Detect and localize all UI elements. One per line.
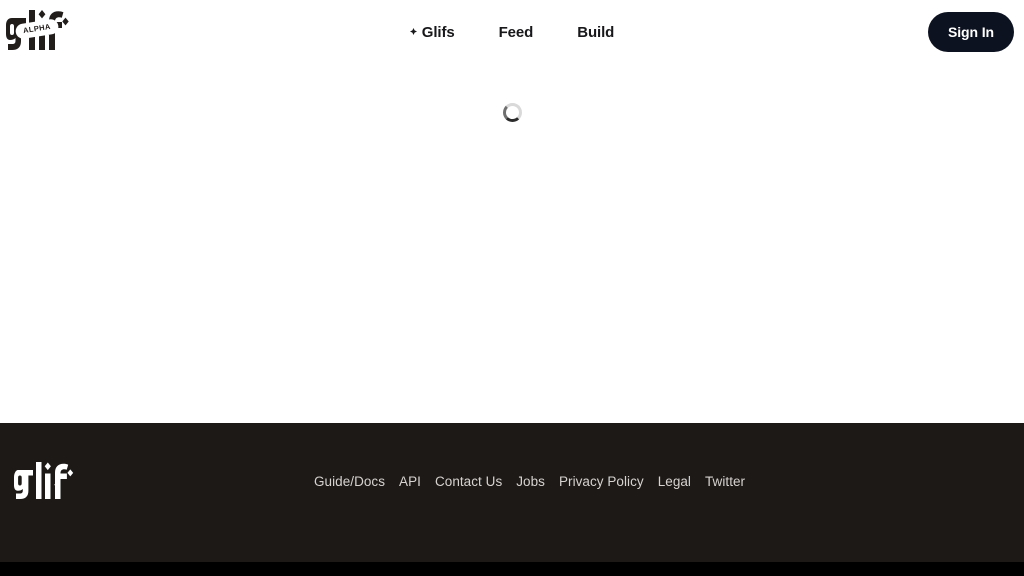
footer-link-twitter[interactable]: Twitter: [705, 474, 745, 489]
main-content: [0, 64, 1024, 423]
nav-item-glifs[interactable]: Glifs: [409, 23, 455, 41]
loading-indicator-wrap: [0, 103, 1024, 122]
sparkle-icon: [409, 27, 417, 35]
site-footer: Guide/Docs API Contact Us Jobs Privacy P…: [0, 423, 1024, 576]
brand-logo-link[interactable]: ALPHA: [6, 5, 74, 57]
nav-item-label: Build: [577, 23, 615, 41]
footer-top-row: Guide/Docs API Contact Us Jobs Privacy P…: [14, 423, 1010, 533]
loading-spinner-icon: [502, 103, 522, 122]
main-navigation: Glifs Feed Build: [0, 0, 1024, 64]
footer-bottom-strip: [0, 562, 1024, 576]
sign-in-button[interactable]: Sign In: [928, 12, 1014, 52]
footer-links: Guide/Docs API Contact Us Jobs Privacy P…: [314, 474, 745, 489]
nav-item-feed[interactable]: Feed: [499, 25, 534, 40]
footer-link-privacy-policy[interactable]: Privacy Policy: [559, 474, 644, 489]
nav-item-label: Glifs: [421, 23, 455, 41]
footer-link-guide-docs[interactable]: Guide/Docs: [314, 474, 385, 489]
footer-link-legal[interactable]: Legal: [658, 474, 691, 489]
app-root: ALPHA Glifs Feed Build Sign In Guide/Doc…: [0, 0, 1024, 576]
footer-brand-logo-link[interactable]: [14, 459, 80, 503]
glif-logo-footer-icon: [14, 462, 74, 499]
nav-item-build[interactable]: Build: [577, 25, 614, 40]
footer-link-api[interactable]: API: [399, 474, 421, 489]
site-header: ALPHA Glifs Feed Build Sign In: [0, 0, 1024, 64]
footer-link-jobs[interactable]: Jobs: [516, 474, 545, 489]
nav-item-label: Feed: [498, 23, 534, 41]
footer-link-contact-us[interactable]: Contact Us: [435, 474, 502, 489]
